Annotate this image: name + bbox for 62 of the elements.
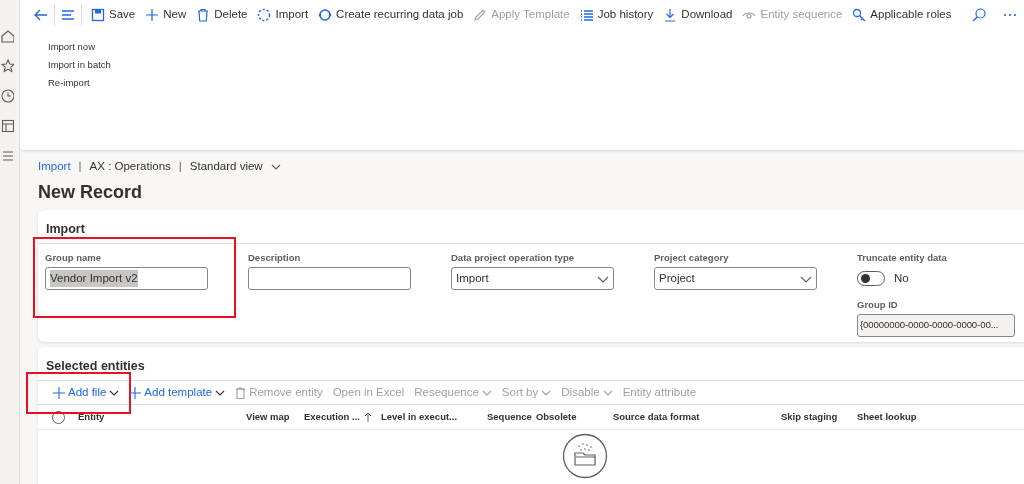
save-icon: [91, 8, 105, 22]
chevron-down-icon[interactable]: [270, 162, 281, 172]
column-header[interactable]: Entity: [78, 409, 246, 425]
field-label: Data project operation type: [451, 252, 574, 264]
action-button[interactable]: Add template: [124, 380, 231, 405]
toolbar-button[interactable]: New: [140, 0, 192, 30]
column-header[interactable]: Sequence: [487, 409, 536, 425]
toggle-value: No: [894, 270, 909, 286]
menu-item[interactable]: Re-import: [48, 74, 90, 92]
trash-icon: [196, 8, 211, 22]
toolbar-button[interactable]: Create recurring data job: [313, 0, 469, 30]
toolbar-button[interactable]: Download: [658, 0, 738, 30]
column-header[interactable]: Skip staging: [780, 409, 857, 425]
field-label: Group name: [45, 252, 101, 264]
column-header[interactable]: Source data format: [612, 409, 781, 425]
action-button[interactable]: Add file: [48, 380, 125, 405]
trash-icon: [235, 386, 247, 399]
menu-item[interactable]: Import now: [48, 38, 95, 56]
toolbar-button[interactable]: Job history: [574, 0, 659, 30]
refresh-icon: [318, 8, 333, 22]
section-title: Import: [38, 210, 1024, 244]
grid-icon[interactable]: [0, 118, 14, 134]
toolbar-button[interactable]: Applicable roles: [847, 0, 957, 30]
menu-item[interactable]: Import in batch: [48, 56, 111, 74]
view-selector[interactable]: Standard view: [189, 158, 263, 176]
toolbar-button[interactable]: Save: [86, 0, 141, 30]
empty-folder-icon: [562, 433, 608, 479]
plus-icon: [145, 8, 160, 22]
dotted-circle-icon: [257, 8, 272, 22]
field-label: Group ID: [857, 299, 898, 311]
field-label: Project category: [654, 252, 729, 264]
key-icon: [852, 8, 867, 22]
input-field[interactable]: Vendor Import v2: [45, 267, 208, 290]
dropdown-field[interactable]: Import: [451, 267, 614, 290]
section-title: Selected entities: [38, 347, 1024, 381]
breadcrumb-item: AX : Operations: [89, 159, 171, 175]
search-icon[interactable]: [970, 7, 987, 23]
plus-icon: [129, 386, 142, 399]
breadcrumb-link[interactable]: Import: [38, 158, 71, 176]
column-header[interactable]: Sheet lookup: [856, 409, 957, 425]
clock-icon[interactable]: [0, 88, 14, 104]
field-label: Description: [248, 252, 301, 264]
star-icon[interactable]: [0, 58, 14, 74]
pencil-icon: [473, 8, 488, 22]
readonly-field: {00000000-0000-0000-0000-00...: [857, 314, 1015, 337]
page-title: New Record: [38, 181, 144, 204]
list-icon: [579, 8, 594, 22]
column-header[interactable]: Level in execut...: [381, 409, 487, 425]
column-header[interactable]: View map: [246, 409, 304, 425]
field-label: Truncate entity data: [857, 252, 947, 264]
toolbar-button[interactable]: Delete: [191, 0, 253, 30]
plus-icon: [53, 386, 65, 399]
home-icon[interactable]: [0, 28, 14, 44]
sort-up-icon: [363, 411, 372, 423]
input-field[interactable]: [248, 267, 411, 290]
separator: |: [178, 159, 182, 175]
column-header[interactable]: Obsolete: [535, 409, 613, 425]
column-header[interactable]: Execution ...: [304, 409, 381, 425]
dropdown-field[interactable]: Project: [654, 267, 817, 290]
download-icon: [663, 8, 678, 22]
separator: |: [78, 159, 82, 175]
toolbar-button[interactable]: Import: [252, 0, 314, 30]
